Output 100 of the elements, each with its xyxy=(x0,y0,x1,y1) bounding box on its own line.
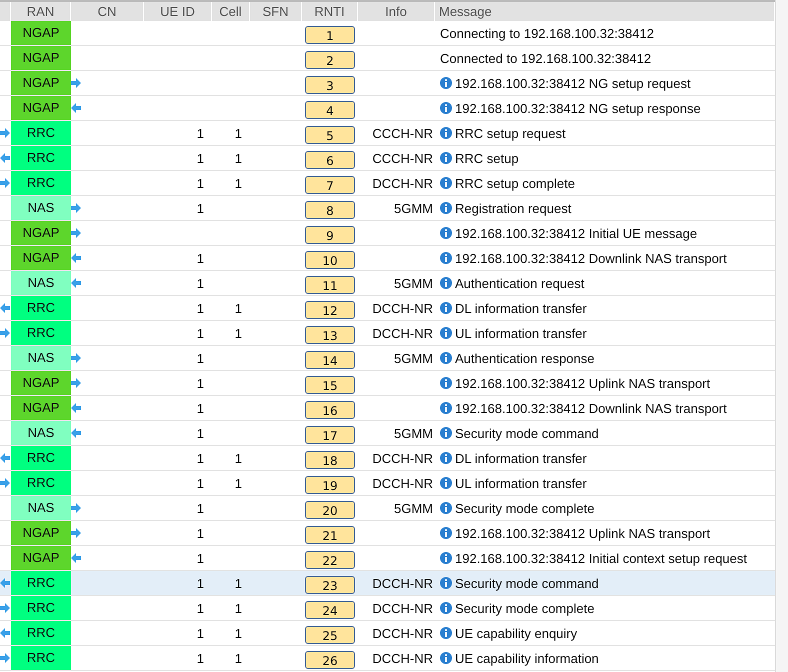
log-row[interactable]: NGAP 3 192.168.100.32:38412 NG setup request xyxy=(0,71,776,96)
protocol-cell: NGAP xyxy=(11,396,71,420)
message-text: Connecting to 192.168.100.32:38412 xyxy=(440,26,654,40)
rnti-badge: 22 xyxy=(305,551,355,569)
ue-id-text: 1 xyxy=(196,326,204,340)
protocol-cell: NAS xyxy=(11,196,71,220)
cell-text: 1 xyxy=(234,450,242,466)
ue-id-text: 1 xyxy=(196,426,204,440)
log-row[interactable]: RRC 1 1 5 CCCH-NR RRC setup request xyxy=(0,121,776,146)
ue-id-text: 1 xyxy=(196,150,204,166)
rnti-badge: 20 xyxy=(305,501,355,519)
info-text: DCCH-NR xyxy=(372,326,433,340)
log-row[interactable]: NGAP 9 192.168.100.32:38412 Initial UE message xyxy=(0,221,776,246)
info-text: DCCH-NR xyxy=(372,476,433,490)
rnti-badge: 14 xyxy=(305,351,355,369)
message-text: Security mode complete xyxy=(455,600,594,616)
protocol-cell: RRC xyxy=(11,296,71,320)
cell-text: 1 xyxy=(234,300,242,316)
info-text: DCCH-NR xyxy=(372,650,433,666)
protocol-cell: RRC xyxy=(11,146,71,170)
cell-text: 1 xyxy=(234,576,242,590)
cell-text: 1 xyxy=(234,600,242,616)
log-row[interactable]: NGAP 1 15 192.168.100.32:38412 Uplink NAS transport xyxy=(0,371,776,396)
ue-id-text: 1 xyxy=(196,626,204,640)
cell-text: 1 xyxy=(234,650,242,666)
log-row[interactable]: NGAP 1 Connecting to 192.168.100.32:38412 xyxy=(0,21,776,46)
message-text: 192.168.100.32:38412 Initial context setup request xyxy=(455,550,747,566)
column-header[interactable]: Info xyxy=(358,2,435,21)
log-row[interactable]: NGAP 4 192.168.100.32:38412 NG setup response xyxy=(0,96,776,121)
column-header[interactable]: CN xyxy=(71,2,144,21)
ue-id-text: 1 xyxy=(196,200,204,216)
message-text: RRC setup xyxy=(455,150,519,166)
info-text: DCCH-NR xyxy=(372,300,433,316)
scrollbar[interactable] xyxy=(775,0,788,672)
message-text: 192.168.100.32:38412 Initial UE message xyxy=(455,226,698,240)
rnti-badge: 18 xyxy=(305,451,355,469)
column-header[interactable]: UE ID xyxy=(144,2,212,21)
protocol-cell: NAS xyxy=(11,271,71,295)
ue-id-text: 1 xyxy=(196,400,204,416)
rnti-badge: 2 xyxy=(305,51,355,69)
rnti-badge: 26 xyxy=(305,651,355,669)
log-row[interactable]: RRC 1 1 25 DCCH-NR UE capability enquiry xyxy=(0,621,776,646)
rnti-badge: 9 xyxy=(305,226,355,244)
log-row[interactable]: NGAP 2 Connected to 192.168.100.32:38412 xyxy=(0,46,776,71)
column-header[interactable]: RNTI xyxy=(302,2,358,21)
protocol-cell: NGAP xyxy=(11,21,71,45)
protocol-cell: RRC xyxy=(11,171,71,195)
log-row[interactable]: NAS 1 20 5GMM Security mode complete xyxy=(0,496,776,521)
ue-id-text: 1 xyxy=(196,250,204,266)
log-row[interactable]: RRC 1 1 18 DCCH-NR DL information transfer xyxy=(0,446,776,471)
protocol-cell: NGAP xyxy=(11,521,71,545)
protocol-cell: NAS xyxy=(11,346,71,370)
log-row[interactable]: NAS 1 14 5GMM Authentication response xyxy=(0,346,776,371)
message-text: 192.168.100.32:38412 Uplink NAS transport xyxy=(455,376,710,390)
log-row[interactable]: RRC 1 1 7 DCCH-NR RRC setup complete xyxy=(0,171,776,196)
column-header[interactable]: SFN xyxy=(250,2,302,21)
protocol-cell: NGAP xyxy=(11,221,71,245)
protocol-cell: NGAP xyxy=(11,246,71,270)
rnti-badge: 7 xyxy=(305,176,355,194)
rnti-badge: 16 xyxy=(305,401,355,419)
rnti-badge: 19 xyxy=(305,476,355,494)
log-row[interactable]: RRC 1 1 26 DCCH-NR UE capability information xyxy=(0,646,776,671)
rnti-badge: 8 xyxy=(305,201,355,219)
ue-id-text: 1 xyxy=(196,176,204,190)
log-row[interactable]: RRC 1 1 23 DCCH-NR Security mode command xyxy=(0,571,776,596)
rnti-badge: 3 xyxy=(305,76,355,94)
log-row[interactable]: NAS 1 11 5GMM Authentication request xyxy=(0,271,776,296)
protocol-cell: NAS xyxy=(11,496,71,520)
info-text: 5GMM xyxy=(394,500,433,516)
info-text: DCCH-NR xyxy=(372,176,433,190)
log-row[interactable]: NGAP 1 10 192.168.100.32:38412 Downlink NAS transport xyxy=(0,246,776,271)
info-text: DCCH-NR xyxy=(372,626,433,640)
log-row[interactable]: RRC 1 1 12 DCCH-NR DL information transfer xyxy=(0,296,776,321)
info-text: DCCH-NR xyxy=(372,450,433,466)
log-row[interactable]: RRC 1 1 19 DCCH-NR UL information transfer xyxy=(0,471,776,496)
ue-id-text: 1 xyxy=(196,600,204,616)
message-text: Registration request xyxy=(455,200,572,216)
log-row[interactable]: RRC 1 1 6 CCCH-NR RRC setup xyxy=(0,146,776,171)
log-row[interactable]: NAS 1 17 5GMM Security mode command xyxy=(0,421,776,446)
protocol-cell: RRC xyxy=(11,646,71,670)
info-text: CCCH-NR xyxy=(372,150,433,166)
protocol-cell: RRC xyxy=(11,446,71,470)
info-text: 5GMM xyxy=(394,350,433,366)
log-row[interactable]: NGAP 1 21 192.168.100.32:38412 Uplink NAS transport xyxy=(0,521,776,546)
log-row[interactable]: RRC 1 1 13 DCCH-NR UL information transfer xyxy=(0,321,776,346)
rnti-badge: 4 xyxy=(305,101,355,119)
message-text: Security mode complete xyxy=(455,500,594,516)
cell-text: 1 xyxy=(234,476,242,490)
column-header[interactable]: Cell xyxy=(212,2,250,21)
protocol-cell: RRC xyxy=(11,596,71,620)
message-text: RRC setup request xyxy=(455,126,566,140)
message-text: UL information transfer xyxy=(455,476,587,490)
message-text: Connected to 192.168.100.32:38412 xyxy=(440,50,652,66)
log-row[interactable]: RRC 1 1 24 DCCH-NR Security mode complete xyxy=(0,596,776,621)
rnti-badge: 23 xyxy=(305,576,355,594)
log-row[interactable]: NGAP 1 16 192.168.100.32:38412 Downlink NAS transport xyxy=(0,396,776,421)
rnti-badge: 15 xyxy=(305,376,355,394)
message-text: UE capability enquiry xyxy=(455,626,578,640)
log-row[interactable]: NAS 1 8 5GMM Registration request xyxy=(0,196,776,221)
info-text: CCCH-NR xyxy=(372,126,433,140)
